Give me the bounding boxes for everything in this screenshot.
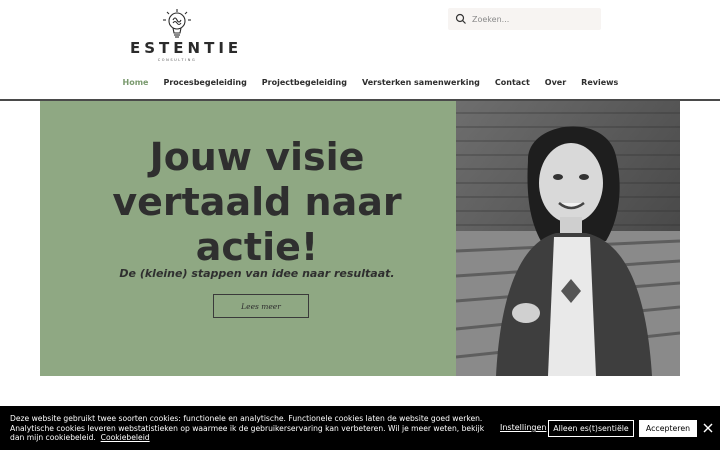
portrait-illustration xyxy=(456,101,680,376)
cookie-message: Deze website gebruikt twee soorten cooki… xyxy=(10,414,485,443)
portrait-photo xyxy=(456,101,680,376)
hero-title: Jouw visie vertaald naar actie! xyxy=(40,135,474,270)
logo-name: ESTENTIE xyxy=(130,39,243,57)
nav-item-contact[interactable]: Contact xyxy=(487,76,537,90)
hero-title-line: vertaald naar xyxy=(112,180,402,224)
logo-subtitle: CONSULTING xyxy=(157,58,197,62)
logo[interactable]: ESTENTIE CONSULTING xyxy=(126,8,243,66)
nav-item-over[interactable]: Over xyxy=(537,76,573,90)
search-icon[interactable] xyxy=(455,13,467,25)
nav-item-reviews[interactable]: Reviews xyxy=(574,76,626,90)
main-nav: Home Procesbegeleiding Projectbegeleidin… xyxy=(115,76,626,90)
hero-title-line: Jouw visie xyxy=(149,135,365,179)
lightbulb-icon xyxy=(163,9,191,38)
hero-subtitle: De (kleine) stappen van idee naar result… xyxy=(119,267,395,280)
nav-item-procesbegeleiding[interactable]: Procesbegeleiding xyxy=(156,76,254,90)
hero-title-line: actie! xyxy=(195,225,319,269)
cookie-text: Deze website gebruikt twee soorten cooki… xyxy=(10,414,492,443)
nav-item-versterken-samenwerking[interactable]: Versterken samenwerking xyxy=(354,76,487,90)
close-icon[interactable] xyxy=(703,423,713,433)
cookie-banner: Deze website gebruikt twee soorten cooki… xyxy=(0,406,720,450)
accept-cookies-button[interactable]: Accepteren xyxy=(639,420,697,437)
read-more-button[interactable]: Lees meer xyxy=(213,294,309,318)
nav-item-projectbegeleiding[interactable]: Projectbegeleiding xyxy=(254,76,354,90)
cookie-policy-link[interactable]: Cookiebeleid xyxy=(101,433,150,442)
cookie-settings-link[interactable]: Instellingen xyxy=(500,423,546,432)
hero-section: Jouw visie vertaald naar actie! De (klei… xyxy=(40,101,456,376)
nav-item-home[interactable]: Home xyxy=(115,76,156,90)
search-box[interactable] xyxy=(448,8,601,30)
essential-only-button[interactable]: Alleen es(t)sentiële xyxy=(548,420,634,437)
search-input[interactable] xyxy=(472,14,592,24)
